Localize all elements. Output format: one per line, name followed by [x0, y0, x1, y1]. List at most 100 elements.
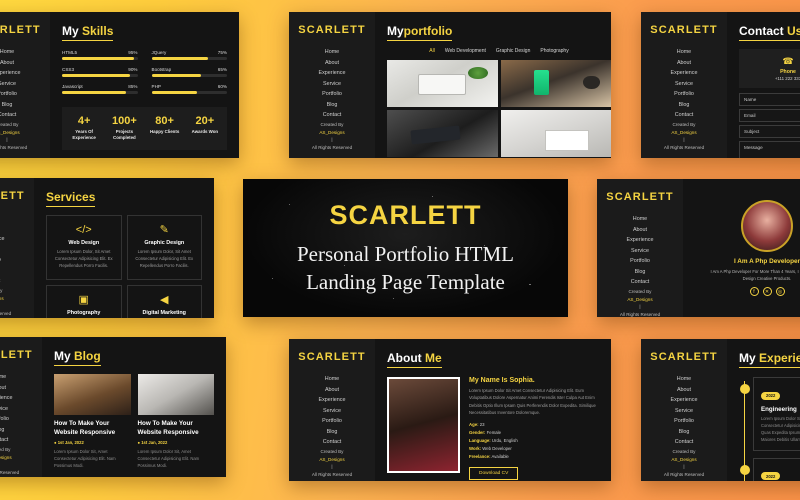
sidebar: SCARLETT Home About Experience Service P… — [289, 12, 375, 158]
sidebar-item-experience[interactable]: Experience — [627, 235, 654, 246]
sidebar-item-service[interactable]: Service — [627, 246, 654, 257]
service-name: Graphic Design — [144, 240, 185, 246]
sidebar-item-service[interactable]: Service — [671, 79, 698, 90]
sidebar-item-portfolio[interactable]: Portfolio — [671, 416, 698, 427]
sidebar-item-contact[interactable]: Contact — [0, 435, 12, 446]
filter-all[interactable]: All — [429, 48, 435, 54]
sidebar-item-about[interactable]: About — [671, 58, 698, 69]
sidebar-item-experience[interactable]: Experience — [319, 395, 346, 406]
sidebar-item-experience[interactable]: Experience — [0, 393, 12, 404]
sidebar-item-service[interactable]: Service — [319, 79, 346, 90]
sidebar-item-portfolio[interactable]: Portfolio — [0, 414, 12, 425]
sidebar-item-blog[interactable]: Blog — [671, 427, 698, 438]
facebook-icon[interactable]: f — [749, 287, 759, 297]
sidebar-item-experience[interactable]: Experience — [319, 68, 346, 79]
sidebar-item-blog[interactable]: Blog — [319, 100, 346, 111]
sidebar-item-contact[interactable]: Contact — [0, 276, 4, 287]
skill-percent: 95% — [128, 50, 138, 55]
sidebar-item-service[interactable]: Service — [0, 404, 12, 415]
skill-track — [62, 74, 138, 77]
sidebar-item-contact[interactable]: Contact — [319, 437, 346, 448]
blog-card[interactable]: How To Make Your Website Responsive ● 1s… — [137, 374, 214, 469]
sidebar-item-experience[interactable]: Experience — [0, 68, 20, 79]
skill-fill — [151, 74, 201, 77]
sidebar-item-portfolio[interactable]: Portfolio — [319, 89, 346, 100]
experience-timeline: 2022 Engineering Lorem Ipsum Dolor Sit A… — [739, 377, 800, 481]
stat-item: 80+ Happy Clients — [145, 115, 185, 142]
service-card-digital-marketing[interactable]: ◀ Digital Marketing Lorem Ipsum Dolor, S… — [126, 284, 202, 318]
sidebar-item-blog[interactable]: Blog — [0, 266, 4, 277]
sidebar-item-contact[interactable]: Contact — [671, 110, 698, 121]
sidebar-item-service[interactable]: Service — [671, 406, 698, 417]
sidebar-item-about[interactable]: About — [319, 58, 346, 69]
sidebar-item-home[interactable]: Home — [319, 374, 346, 385]
sidebar-item-home[interactable]: Home — [671, 374, 698, 385]
sidebar-item-contact[interactable]: Contact — [671, 437, 698, 448]
sidebar-item-home[interactable]: Home — [671, 47, 698, 58]
sidebar-item-service[interactable]: Service — [0, 79, 20, 90]
sidebar-item-home[interactable]: Home — [0, 213, 4, 224]
sidebar-item-portfolio[interactable]: Portfolio — [671, 89, 698, 100]
service-card-web-design[interactable]: </> Web Design Lorem Ipsum Dolor, Sit Am… — [46, 215, 122, 280]
sidebar-item-about[interactable]: About — [671, 385, 698, 396]
stat-item: 4+ Years Of Experience — [64, 115, 104, 142]
sidebar-item-home[interactable]: Home — [627, 214, 654, 225]
blog-excerpt: Lorem Ipsum Dolor Sit, Amet Consectetur … — [54, 449, 116, 469]
service-card-photography[interactable]: ▣ Photography Lorem Ipsum Dolor, Sit Ame… — [46, 284, 122, 318]
blog-card[interactable]: How To Make Your Website Responsive ● 1s… — [54, 374, 131, 469]
brand-logo: SCARLETT — [0, 24, 41, 36]
sidebar-item-home[interactable]: Home — [0, 47, 20, 58]
portfolio-thumb[interactable] — [387, 110, 498, 157]
portfolio-thumb[interactable] — [500, 60, 611, 107]
footer-credit: Created By AS_Designs | — [0, 446, 12, 460]
sidebar-item-home[interactable]: Home — [319, 47, 346, 58]
sidebar-item-experience[interactable]: Experience — [671, 395, 698, 406]
message-field[interactable]: Message — [739, 141, 800, 158]
portfolio-thumb[interactable] — [387, 60, 498, 107]
panel-hero-title: SCARLETT Personal Portfolio HTML Landing … — [243, 179, 568, 317]
sidebar-item-about[interactable]: About — [627, 225, 654, 236]
sidebar-item-about[interactable]: About — [319, 385, 346, 396]
portfolio-thumb[interactable] — [500, 110, 611, 157]
sidebar-item-experience[interactable]: Experience — [0, 234, 4, 245]
nav-list: Home About Experience Service Portfolio … — [0, 47, 20, 121]
about-name: My Name Is Sophia. — [469, 377, 535, 384]
blog-grid: How To Make Your Website Responsive ● 1s… — [54, 374, 214, 469]
sidebar-item-service[interactable]: Service — [0, 245, 4, 256]
sidebar-item-blog[interactable]: Blog — [627, 267, 654, 278]
sidebar-item-blog[interactable]: Blog — [0, 100, 20, 111]
sidebar-item-blog[interactable]: Blog — [671, 100, 698, 111]
sidebar-item-portfolio[interactable]: Portfolio — [627, 256, 654, 267]
sidebar-item-contact[interactable]: Contact — [0, 110, 20, 121]
detail-language: Language: Urdu, English — [469, 438, 518, 444]
subject-field[interactable]: Subject — [739, 125, 800, 138]
footer-rights: All Rights Reserved — [311, 472, 353, 478]
sidebar-item-contact[interactable]: Contact — [627, 277, 654, 288]
filter-photography[interactable]: Photography — [540, 48, 568, 54]
filter-web-development[interactable]: Web Development — [445, 48, 486, 54]
stat-item: 20+ Awards Won — [185, 115, 225, 142]
sidebar-item-contact[interactable]: Contact — [319, 110, 346, 121]
sidebar-item-blog[interactable]: Blog — [319, 427, 346, 438]
sidebar-item-service[interactable]: Service — [319, 406, 346, 417]
blog-excerpt: Lorem Ipsum Dolor Sit, Amet Consectetur … — [137, 449, 200, 469]
twitter-icon[interactable]: ✕ — [762, 287, 772, 297]
email-field[interactable]: Email — [739, 109, 800, 122]
page-title: My Skills — [62, 24, 114, 41]
name-field[interactable]: Name — [739, 93, 800, 106]
sidebar-item-about[interactable]: About — [0, 224, 4, 235]
service-card-graphic-design[interactable]: ✎ Graphic Design Lorem Ipsum Dolor, Sit … — [126, 215, 202, 280]
sidebar-item-portfolio[interactable]: Portfolio — [319, 416, 346, 427]
sidebar-item-portfolio[interactable]: Portfolio — [0, 255, 4, 266]
sidebar-item-about[interactable]: About — [0, 383, 12, 394]
panel-blog: SCARLETT Home About Experience Service P… — [0, 337, 226, 477]
sidebar-item-about[interactable]: About — [0, 58, 20, 69]
sidebar-item-home[interactable]: Home — [0, 372, 12, 383]
sidebar-item-portfolio[interactable]: Portfolio — [0, 89, 20, 100]
nav-list: Home About Experience Service Portfolio … — [671, 374, 698, 448]
filter-graphic-design[interactable]: Graphic Design — [496, 48, 530, 54]
sidebar-item-experience[interactable]: Experience — [671, 68, 698, 79]
sidebar-item-blog[interactable]: Blog — [0, 425, 12, 436]
instagram-icon[interactable]: ◎ — [775, 287, 785, 297]
download-cv-button[interactable]: Download CV — [469, 467, 519, 481]
